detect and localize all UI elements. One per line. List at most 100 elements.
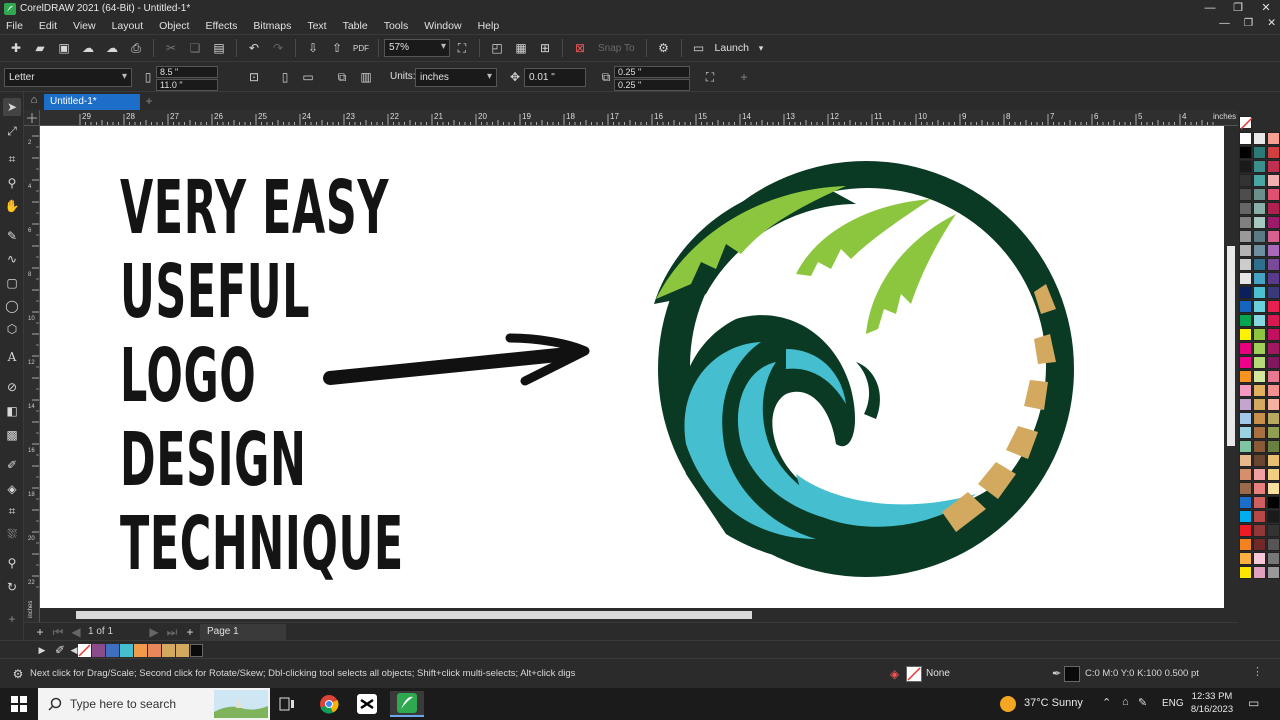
palette-swatch[interactable]	[1267, 566, 1280, 579]
export-icon[interactable]: ⇧	[328, 39, 346, 57]
palette-swatch[interactable]	[1253, 566, 1266, 579]
palette-swatch[interactable]	[1239, 398, 1252, 411]
palette-swatch[interactable]	[1253, 454, 1266, 467]
palette-swatch[interactable]	[1267, 356, 1280, 369]
notification-icon[interactable]: ▭	[1248, 696, 1259, 710]
blend-tool-icon[interactable]: ↻	[3, 578, 21, 596]
menu-tools[interactable]: Tools	[384, 20, 409, 32]
palette-swatch[interactable]	[1267, 468, 1280, 481]
palette-swatch[interactable]	[1239, 496, 1252, 509]
pen-icon[interactable]: ✎	[1138, 696, 1147, 709]
rectangle-tool-icon[interactable]: ▢	[3, 274, 21, 292]
swatch-blue[interactable]	[106, 644, 119, 657]
palette-swatch[interactable]	[1267, 132, 1280, 145]
palette-swatch[interactable]	[1267, 216, 1280, 229]
palette-swatch[interactable]	[1239, 342, 1252, 355]
tab-untitled-1[interactable]: Untitled-1*	[44, 94, 140, 110]
palette-swatch[interactable]	[1267, 328, 1280, 341]
palette-swatch[interactable]	[1267, 426, 1280, 439]
palette-swatch[interactable]	[1239, 272, 1252, 285]
parallel-dimension-tool-icon[interactable]: ⊘	[3, 378, 21, 396]
palette-swatch[interactable]	[1253, 230, 1266, 243]
swatch-black[interactable]	[190, 644, 203, 657]
shape-tool-icon[interactable]: ⤢	[3, 122, 21, 140]
bleed-icon[interactable]: ⛶	[702, 69, 718, 85]
new-tab-icon[interactable]: +	[142, 94, 156, 108]
capcut-icon[interactable]	[350, 691, 384, 717]
last-page-icon[interactable]: ⏭	[163, 623, 181, 641]
palette-swatch[interactable]	[1267, 398, 1280, 411]
crop-tool-icon[interactable]: ⌗	[3, 150, 21, 168]
palette-swatch[interactable]	[1253, 412, 1266, 425]
swatch-purple[interactable]	[92, 644, 105, 657]
palette-swatch[interactable]	[1239, 146, 1252, 159]
grid-icon[interactable]: ▦	[512, 39, 530, 57]
palette-swatch[interactable]	[1239, 258, 1252, 271]
palette-swatch[interactable]	[1267, 538, 1280, 551]
menu-bitmaps[interactable]: Bitmaps	[253, 20, 291, 32]
duplicate-y-field[interactable]: 0.25 "	[614, 79, 690, 91]
palette-swatch[interactable]	[1253, 468, 1266, 481]
doc-restore-icon[interactable]: ❐	[1244, 17, 1253, 29]
swatch-orange[interactable]	[134, 644, 147, 657]
palette-swatch[interactable]	[1239, 538, 1252, 551]
horizontal-scrollbar[interactable]	[40, 608, 1224, 622]
prev-page-icon[interactable]: ◀	[67, 623, 85, 641]
palette-swatch[interactable]	[1239, 132, 1252, 145]
coreldraw-taskbar-icon[interactable]	[390, 691, 424, 717]
palette-swatch[interactable]	[1253, 160, 1266, 173]
palette-swatch[interactable]	[1253, 538, 1266, 551]
doc-close-icon[interactable]: ✕	[1267, 17, 1276, 29]
menu-view[interactable]: View	[73, 20, 96, 32]
palette-swatch[interactable]	[1267, 510, 1280, 523]
language-indicator[interactable]: ENG	[1162, 698, 1184, 709]
palette-swatch[interactable]	[1267, 552, 1280, 565]
palette-swatch[interactable]	[1253, 482, 1266, 495]
palette-swatch[interactable]	[1253, 244, 1266, 257]
snap-to-dropdown[interactable]: Snap To	[598, 43, 635, 54]
freehand-tool-icon[interactable]: ✎	[3, 227, 21, 245]
palette-swatch[interactable]	[1267, 146, 1280, 159]
palette-swatch[interactable]	[1239, 552, 1252, 565]
minimize-icon[interactable]: —	[1196, 0, 1224, 17]
drop-shadow-tool-icon[interactable]: ◧	[3, 402, 21, 420]
menu-text[interactable]: Text	[307, 20, 326, 32]
palette-swatch[interactable]	[1239, 454, 1252, 467]
palette-swatch[interactable]	[1239, 174, 1252, 187]
palette-swatch[interactable]	[1267, 342, 1280, 355]
palette-swatch[interactable]	[1267, 174, 1280, 187]
palette-swatch[interactable]	[1239, 286, 1252, 299]
palette-swatch[interactable]	[1239, 356, 1252, 369]
zoom-tool-icon[interactable]: ⚲	[3, 174, 21, 192]
outline-pen-icon[interactable]: ✒	[1052, 667, 1061, 680]
launch-icon[interactable]: ▭	[690, 39, 708, 57]
vertical-scrollbar[interactable]	[1224, 126, 1238, 622]
menu-object[interactable]: Object	[159, 20, 189, 32]
all-pages-icon[interactable]: ⧉	[334, 69, 350, 85]
palette-swatch[interactable]	[1253, 286, 1266, 299]
import-icon[interactable]: ⇩	[304, 39, 322, 57]
units-select[interactable]: inches	[415, 68, 497, 87]
maximize-icon[interactable]: ❐	[1224, 0, 1252, 17]
palette-swatch[interactable]	[1267, 160, 1280, 173]
fill-indicator-icon[interactable]: ◈	[890, 667, 904, 681]
palette-swatch[interactable]	[1239, 370, 1252, 383]
add-tool-icon[interactable]: +	[3, 610, 21, 628]
palette-swatch[interactable]	[1239, 188, 1252, 201]
swatch-teal[interactable]	[120, 644, 133, 657]
ellipse-tool-icon[interactable]: ◯	[3, 297, 21, 315]
palette-swatch[interactable]	[1253, 384, 1266, 397]
guidelines-icon[interactable]: ⊞	[536, 39, 554, 57]
palette-swatch[interactable]	[1267, 384, 1280, 397]
add-page-icon[interactable]: +	[31, 623, 49, 641]
portrait-orientation-icon[interactable]: ▯	[277, 69, 293, 85]
page-size-select[interactable]: Letter	[4, 68, 132, 87]
palette-swatch[interactable]	[1253, 146, 1266, 159]
eyedropper-tool-icon[interactable]: ✐	[3, 456, 21, 474]
palette-swatch[interactable]	[1239, 524, 1252, 537]
add-icon[interactable]: +	[736, 69, 752, 85]
paste-icon[interactable]: ▤	[210, 39, 228, 57]
snap-off-icon[interactable]: ⊠	[571, 39, 589, 57]
cloud-download-icon[interactable]: ☁	[103, 39, 121, 57]
swatch-tan[interactable]	[162, 644, 175, 657]
